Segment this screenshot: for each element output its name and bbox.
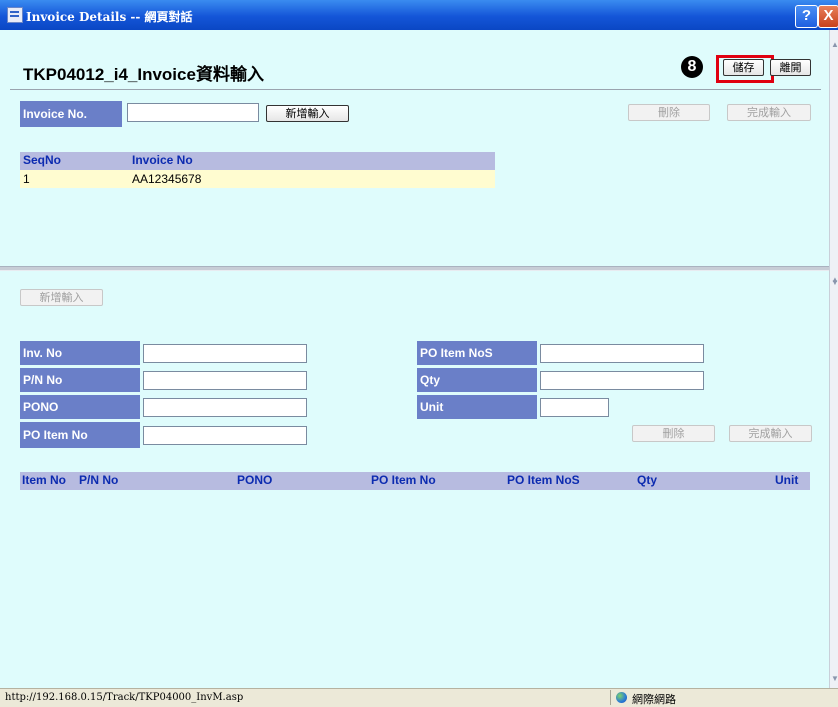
close-button[interactable]: X bbox=[818, 5, 838, 28]
scroll-up-arrow-icon[interactable]: ▲ bbox=[831, 40, 838, 49]
vertical-scrollbar[interactable]: ▲ ▼ ▲ ▼ bbox=[829, 30, 838, 688]
column-header-qty: Qty bbox=[637, 473, 658, 487]
status-bar: http://192.168.0.15/Track/TKP04000_InvM.… bbox=[0, 688, 838, 707]
po-item-nos-input[interactable] bbox=[540, 344, 704, 363]
column-header-pono: PONO bbox=[237, 473, 273, 487]
item-table-header: Item No P/N No PONO PO Item No PO Item N… bbox=[20, 472, 810, 490]
inv-no-label: Inv. No bbox=[20, 341, 140, 365]
seqno-cell: 1 bbox=[23, 172, 30, 186]
column-header-invoice-no: Invoice No bbox=[132, 153, 193, 167]
item-delete-button[interactable]: 刪除 bbox=[632, 425, 715, 442]
invoice-no-input[interactable] bbox=[127, 103, 259, 122]
item-finish-button[interactable]: 完成輸入 bbox=[729, 425, 812, 442]
step-number-badge: 8 bbox=[681, 56, 703, 78]
pane-splitter[interactable] bbox=[0, 266, 838, 271]
globe-icon bbox=[616, 692, 627, 703]
help-button[interactable]: ? bbox=[795, 5, 818, 28]
column-header-item-no: Item No bbox=[22, 473, 67, 487]
column-header-po-item-nos: PO Item NoS bbox=[507, 473, 580, 487]
invoice-no-label: Invoice No. bbox=[20, 101, 122, 127]
invoice-table-header: SeqNo Invoice No bbox=[20, 152, 495, 170]
leave-button[interactable]: 離開 bbox=[770, 59, 811, 76]
unit-input[interactable] bbox=[540, 398, 609, 417]
invoice-add-button[interactable]: 新增輸入 bbox=[266, 105, 349, 122]
header-divider bbox=[10, 89, 821, 90]
invoice-no-cell: AA12345678 bbox=[132, 172, 202, 186]
pono-label: PONO bbox=[20, 395, 140, 419]
item-add-button[interactable]: 新增輸入 bbox=[20, 289, 103, 306]
pono-input[interactable] bbox=[143, 398, 307, 417]
page-title: TKP04012_i4_Invoice資料輸入 bbox=[23, 65, 264, 84]
window-title: Invoice Details -- 網頁對話 bbox=[26, 10, 193, 24]
column-header-unit: Unit bbox=[775, 473, 799, 487]
scroll-up-arrow-icon[interactable]: ▲ bbox=[831, 275, 838, 284]
invoice-finish-button[interactable]: 完成輸入 bbox=[727, 104, 811, 121]
status-separator bbox=[610, 690, 611, 705]
save-button[interactable]: 儲存 bbox=[723, 59, 764, 76]
table-row[interactable]: 1 AA12345678 bbox=[20, 170, 495, 188]
column-header-po-item-no: PO Item No bbox=[371, 473, 436, 487]
po-item-nos-label: PO Item NoS bbox=[417, 341, 537, 365]
column-header-seqno: SeqNo bbox=[23, 153, 62, 167]
scroll-down-arrow-icon[interactable]: ▼ bbox=[831, 674, 838, 683]
column-header-pn-no: P/N No bbox=[79, 473, 119, 487]
po-item-no-input[interactable] bbox=[143, 426, 307, 445]
po-item-no-label: PO Item No bbox=[20, 422, 140, 448]
status-url: http://192.168.0.15/Track/TKP04000_InvM.… bbox=[5, 692, 244, 703]
pn-no-input[interactable] bbox=[143, 371, 307, 390]
unit-label: Unit bbox=[417, 395, 537, 419]
qty-label: Qty bbox=[417, 368, 537, 392]
qty-input[interactable] bbox=[540, 371, 704, 390]
window-title-bar: Invoice Details -- 網頁對話 ? X bbox=[0, 0, 838, 30]
window-app-icon bbox=[7, 7, 23, 23]
security-zone: 網際網路 bbox=[632, 694, 676, 706]
inv-no-input[interactable] bbox=[143, 344, 307, 363]
pn-no-label: P/N No bbox=[20, 368, 140, 392]
invoice-delete-button[interactable]: 刪除 bbox=[628, 104, 710, 121]
